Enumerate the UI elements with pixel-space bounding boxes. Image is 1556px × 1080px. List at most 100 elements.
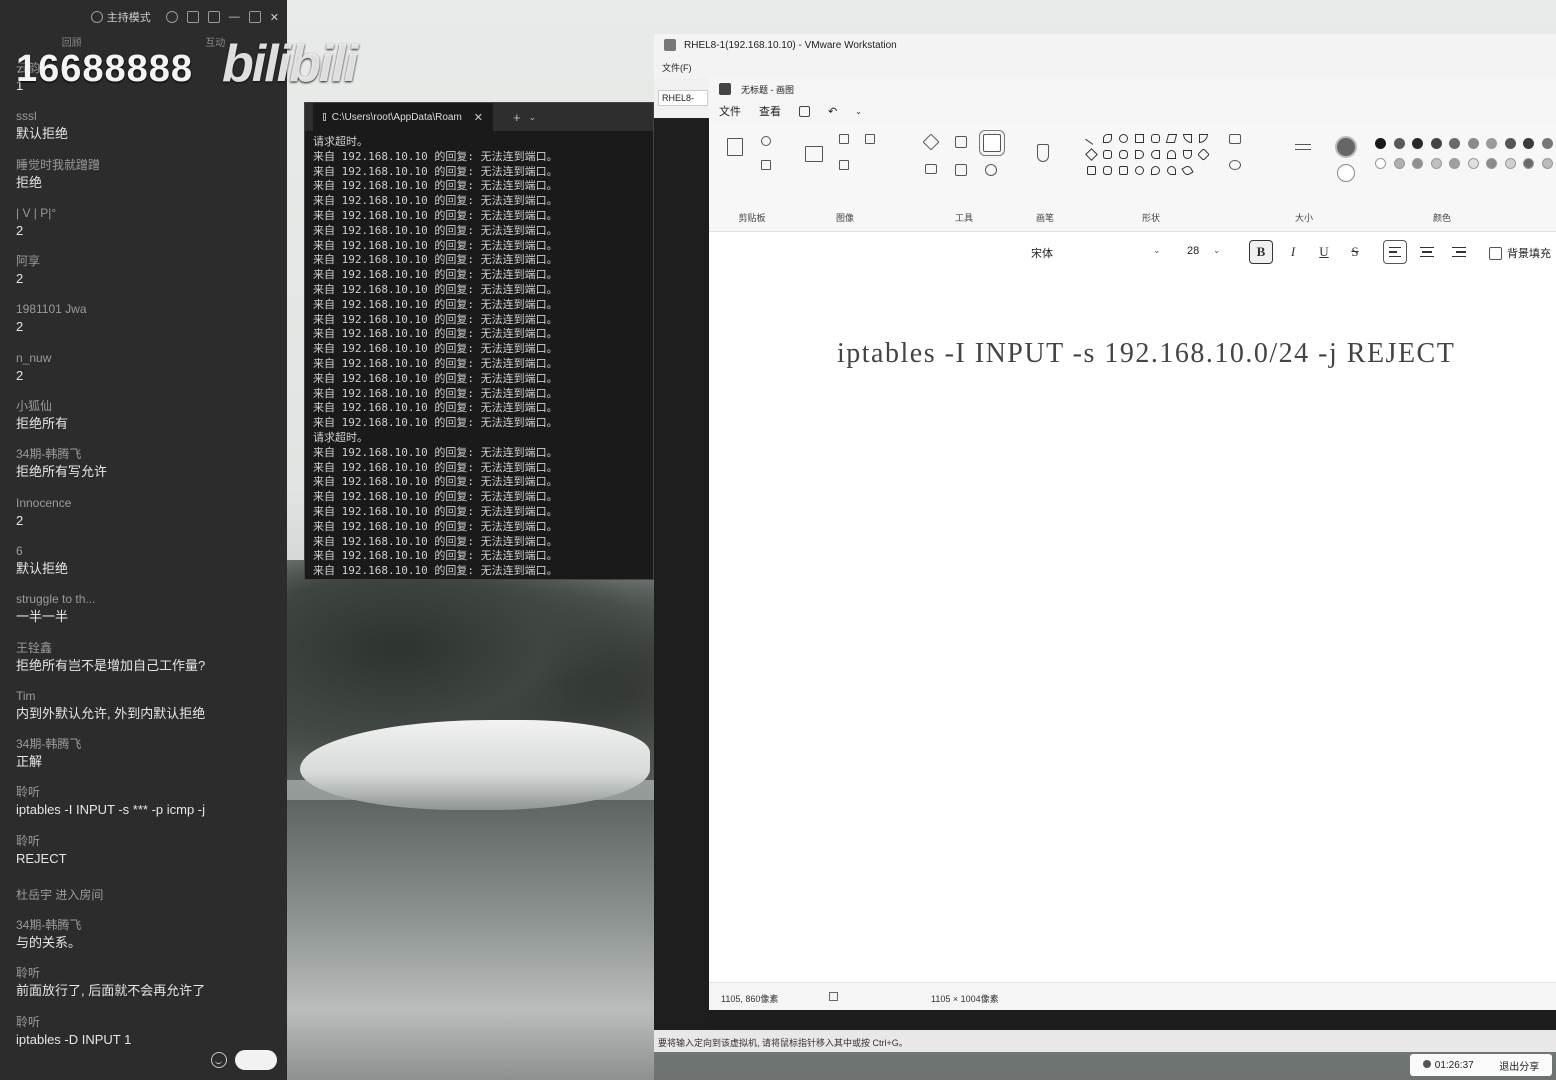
select-icon[interactable] (805, 146, 823, 162)
canvas-text[interactable]: iptables -I INPUT -s 192.168.10.0/24 -j … (837, 338, 1455, 370)
color-1-button[interactable] (1335, 136, 1357, 158)
color-swatch[interactable] (1541, 158, 1553, 169)
color-swatch[interactable] (1449, 138, 1460, 149)
color-swatch[interactable] (1541, 138, 1553, 149)
color-swatch[interactable] (1393, 138, 1405, 149)
paint-canvas[interactable]: iptables -I INPUT -s 192.168.10.0/24 -j … (709, 272, 1556, 982)
italic-button[interactable]: I (1281, 240, 1305, 264)
line-shape-icon[interactable] (1085, 132, 1098, 145)
crop-icon[interactable] (839, 134, 849, 144)
right-triangle-shape-icon[interactable] (1199, 134, 1208, 143)
left-arrow-shape-icon[interactable] (1151, 150, 1160, 159)
close-icon[interactable]: ✕ (270, 11, 279, 24)
underline-button[interactable]: U (1312, 240, 1336, 264)
menu-view[interactable]: 查看 (759, 103, 781, 119)
color-swatch[interactable] (1467, 158, 1479, 169)
fill-icon[interactable] (955, 136, 967, 148)
terminal-window[interactable]: C:\Users\root\AppData\Roam ✕ + ⌄ 请求超时。 来自… (304, 102, 654, 580)
save-icon[interactable] (799, 105, 810, 117)
color-swatch[interactable] (1523, 158, 1534, 169)
hexagon-shape-icon[interactable] (1119, 150, 1128, 159)
settings-icon[interactable] (165, 11, 178, 23)
terminal-tab[interactable]: C:\Users\root\AppData\Roam ✕ (313, 103, 493, 131)
chevron-down-icon[interactable]: ⌄ (1153, 245, 1161, 256)
color-swatch[interactable] (1449, 158, 1460, 169)
copy-icon[interactable] (761, 160, 771, 170)
size-icon[interactable] (1295, 144, 1311, 150)
rotate-icon[interactable] (865, 134, 875, 144)
strikethrough-button[interactable]: S (1343, 240, 1367, 264)
color-swatch[interactable] (1504, 138, 1516, 149)
color-swatch[interactable] (1375, 158, 1386, 169)
exit-share-button[interactable]: 退出分享 (1499, 1058, 1539, 1073)
triangle-shape-icon[interactable] (1183, 134, 1192, 143)
down-arrow-shape-icon[interactable] (1183, 150, 1192, 159)
color-2-button[interactable] (1337, 164, 1355, 182)
callout-cloud-shape-icon[interactable] (1151, 166, 1160, 175)
terminal-output[interactable]: 请求超时。 来自 192.168.10.10 的回复: 无法连到端口。 来自 192… (305, 131, 653, 583)
color-swatch[interactable] (1486, 138, 1497, 149)
four-point-star-shape-icon[interactable] (1197, 148, 1210, 161)
color-swatch[interactable] (1430, 158, 1442, 169)
chat-message-list[interactable]: 云韵 1 sssl 默认拒绝 睡觉时我就蹭蹭 拒绝 | V | P|° 2 阿享 2 19… (16, 60, 278, 1062)
up-arrow-shape-icon[interactable] (1167, 150, 1176, 159)
send-button[interactable] (235, 1050, 277, 1070)
text-tool-icon[interactable] (979, 130, 1005, 156)
emoji-icon[interactable] (211, 1052, 227, 1068)
color-swatch[interactable] (1486, 158, 1497, 169)
rectangle-shape-icon[interactable] (1135, 134, 1144, 143)
pencil-icon[interactable] (922, 133, 940, 151)
rounded-rectangle-shape-icon[interactable] (1151, 134, 1160, 143)
quick-access-chevron-icon[interactable]: ⌄ (855, 107, 862, 116)
vm-tab[interactable]: RHEL8- (658, 90, 708, 106)
paste-icon[interactable] (727, 138, 743, 156)
shape-outline-icon[interactable] (1229, 134, 1241, 144)
right-arrow-shape-icon[interactable] (1135, 150, 1144, 159)
color-picker-icon[interactable] (955, 164, 967, 176)
host-mode-indicator[interactable]: 主持模式 (90, 9, 151, 25)
star-shape-icon[interactable] (1087, 166, 1096, 175)
new-tab-icon[interactable]: + (513, 110, 521, 125)
chevron-down-icon[interactable]: ⌄ (529, 112, 537, 123)
align-left-button[interactable] (1383, 240, 1407, 264)
brush-icon[interactable] (1037, 144, 1049, 162)
menu-file[interactable]: 文件 (719, 103, 741, 119)
color-swatch[interactable] (1504, 158, 1516, 169)
color-swatch[interactable] (1430, 138, 1442, 149)
vmware-window[interactable]: RHEL8-1(192.168.10.10) - VMware Workstat… (654, 34, 1556, 1030)
paint-window[interactable]: 无标题 - 画图 文件 查看 ↶ ⌄ 剪贴板 图像 工具 画笔 形状 大小 颜色… (709, 78, 1556, 1010)
lightning-shape-icon[interactable] (1181, 164, 1194, 177)
diamond-shape-icon[interactable] (1085, 148, 1098, 161)
heart-shape-icon[interactable] (1167, 166, 1176, 175)
maximize-icon[interactable] (248, 11, 261, 23)
oval-shape-icon[interactable] (1119, 134, 1128, 143)
pentagon-shape-icon[interactable] (1103, 150, 1112, 159)
color-swatch[interactable] (1412, 138, 1423, 149)
undo-icon[interactable]: ↶ (828, 105, 837, 118)
minimize-icon[interactable]: — (229, 11, 240, 23)
cut-icon[interactable] (761, 136, 771, 146)
font-size-select[interactable]: 28 (1187, 245, 1199, 257)
menu-file[interactable]: 文件(F) (662, 61, 692, 74)
checkbox[interactable] (1489, 246, 1502, 260)
curve-shape-icon[interactable] (1103, 134, 1112, 143)
polygon-shape-icon[interactable] (1165, 134, 1178, 143)
align-right-button[interactable] (1447, 240, 1471, 264)
close-tab-icon[interactable]: ✕ (474, 111, 483, 124)
chevron-down-icon[interactable]: ⌄ (1213, 245, 1221, 256)
background-fill-toggle[interactable]: 背景填充 (1489, 245, 1551, 261)
shape-fill-icon[interactable] (1229, 160, 1241, 170)
popout-icon[interactable] (186, 11, 199, 23)
eraser-icon[interactable] (925, 164, 937, 174)
align-center-button[interactable] (1415, 240, 1439, 264)
callout-oval-shape-icon[interactable] (1135, 166, 1144, 175)
color-swatch[interactable] (1523, 138, 1534, 149)
color-swatch[interactable] (1467, 138, 1479, 149)
six-point-star-shape-icon[interactable] (1103, 166, 1112, 175)
magnifier-icon[interactable] (985, 164, 997, 176)
color-swatch[interactable] (1393, 158, 1405, 169)
color-swatch[interactable] (1375, 138, 1386, 149)
font-name-select[interactable]: 宋体 (1031, 245, 1053, 261)
color-swatch[interactable] (1412, 158, 1423, 169)
menu-icon[interactable] (207, 11, 220, 23)
